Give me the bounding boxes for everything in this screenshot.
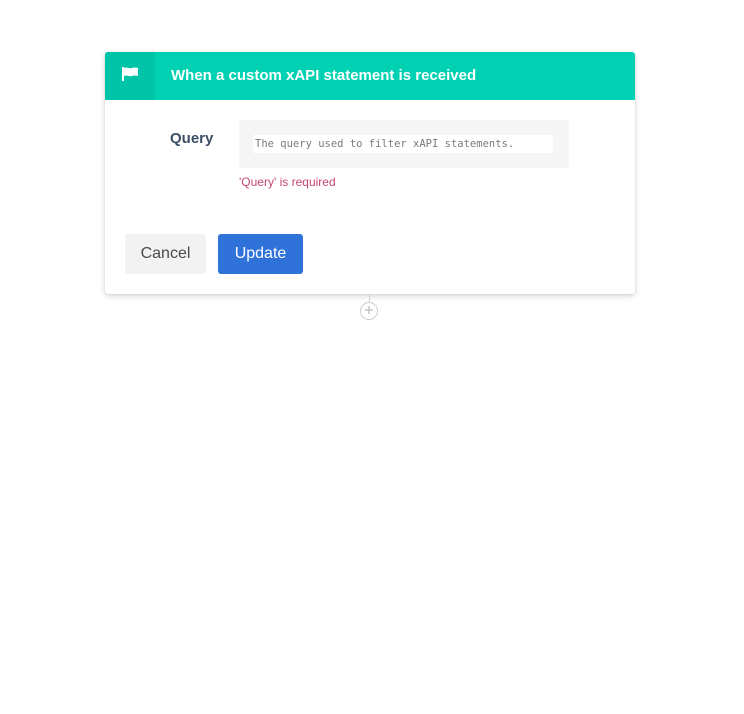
- query-input[interactable]: [253, 135, 553, 153]
- trigger-editor-card: When a custom xAPI statement is received…: [105, 52, 635, 294]
- flag-icon: [121, 66, 139, 87]
- add-step-button[interactable]: [360, 302, 378, 320]
- query-error-message: 'Query' is required: [239, 175, 336, 189]
- query-label: Query: [170, 130, 214, 147]
- update-button[interactable]: Update: [218, 234, 303, 274]
- flow-connector-line: [369, 294, 370, 302]
- plus-icon: [364, 302, 374, 320]
- card-header: When a custom xAPI statement is received: [105, 52, 635, 100]
- header-icon-box: [105, 52, 155, 100]
- workflow-canvas: When a custom xAPI statement is received…: [0, 0, 744, 714]
- cancel-button[interactable]: Cancel: [125, 234, 206, 274]
- query-input-container: [239, 120, 569, 168]
- card-title: When a custom xAPI statement is received: [171, 67, 477, 84]
